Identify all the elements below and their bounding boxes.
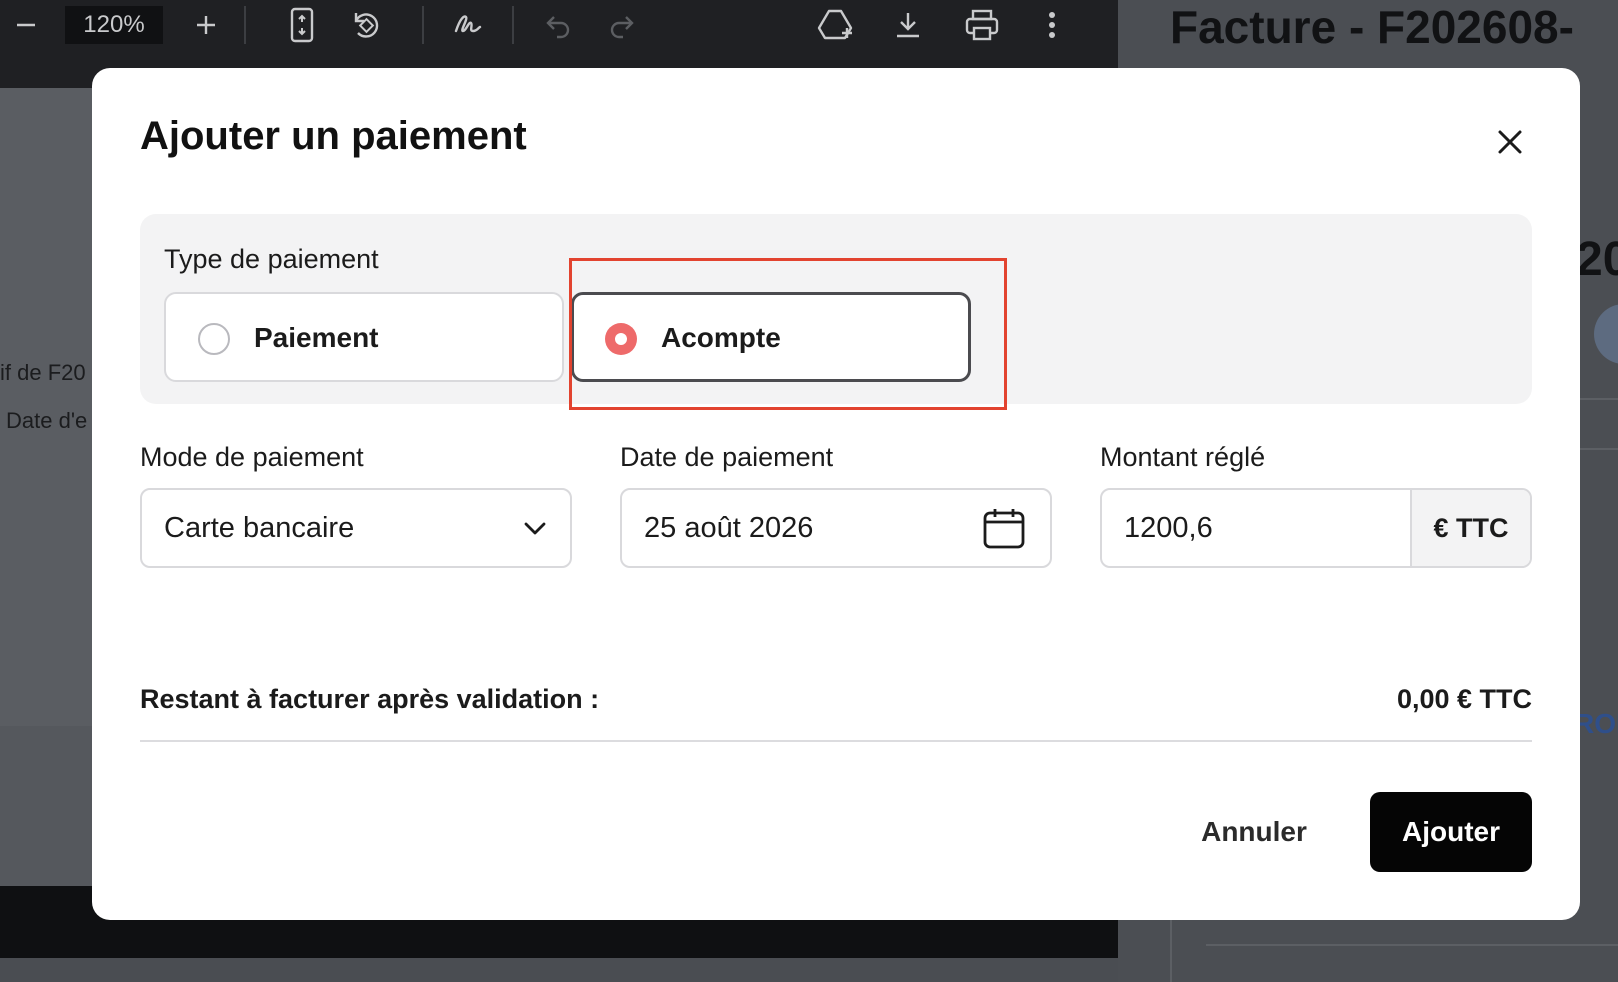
panel-divider <box>1206 944 1618 946</box>
payment-date-value: 25 août 2026 <box>644 512 814 544</box>
download-icon[interactable] <box>886 0 930 50</box>
rotate-icon[interactable] <box>344 0 388 50</box>
close-button[interactable] <box>1486 118 1534 166</box>
option-label: Acompte <box>661 322 781 353</box>
modal-title: Ajouter un paiement <box>140 114 527 158</box>
pdf-text-fragment: Date d'e <box>6 408 88 433</box>
amount-input[interactable]: 1200,6 € TTC <box>1100 488 1532 568</box>
close-icon <box>1498 130 1522 154</box>
zoom-in-icon[interactable] <box>186 0 226 50</box>
modal-divider <box>140 740 1532 742</box>
amount-value: 1200,6 <box>1124 512 1213 544</box>
add-button[interactable]: Ajouter <box>1370 792 1532 872</box>
cancel-button[interactable]: Annuler <box>1184 792 1324 872</box>
add-payment-modal: Ajouter un paiement Type de paiement Pai… <box>92 68 1580 920</box>
payment-mode-label: Mode de paiement <box>140 442 364 472</box>
invoice-number-fragment: 20 <box>1576 233 1618 286</box>
radio-unchecked-icon[interactable] <box>198 323 230 355</box>
drive-add-icon[interactable] <box>812 0 860 50</box>
payment-type-section: Type de paiement Paiement Acompte <box>140 214 1532 404</box>
payment-type-option-acompte[interactable]: Acompte <box>571 292 971 382</box>
payment-type-option-paiement[interactable]: Paiement <box>164 292 564 382</box>
fit-page-icon[interactable] <box>282 0 322 50</box>
toolbar-separator <box>244 6 246 44</box>
remaining-label: Restant à facturer après validation : <box>140 684 600 714</box>
sign-icon[interactable] <box>446 0 490 50</box>
chevron-down-icon <box>520 514 550 544</box>
amount-currency-suffix: € TTC <box>1410 490 1530 566</box>
pdf-text-fragment: if de F20 <box>0 360 86 385</box>
zoom-level[interactable]: 120% <box>65 6 163 44</box>
payment-date-input[interactable]: 25 août 2026 <box>620 488 1052 568</box>
undo-icon[interactable] <box>536 0 580 50</box>
payment-type-label: Type de paiement <box>164 244 379 274</box>
option-label: Paiement <box>254 322 379 353</box>
zoom-out-icon[interactable] <box>6 0 46 50</box>
payment-mode-select[interactable]: Carte bancaire <box>140 488 572 568</box>
toolbar-separator <box>512 6 514 44</box>
toolbar-separator <box>422 6 424 44</box>
redo-icon[interactable] <box>600 0 644 50</box>
remaining-value: 0,00 € TTC <box>1396 684 1532 714</box>
amount-label: Montant réglé <box>1100 442 1266 472</box>
calendar-icon[interactable] <box>982 506 1026 550</box>
invoice-title: Facture - F202608- <box>1170 1 1574 53</box>
radio-checked-icon[interactable] <box>605 323 637 355</box>
invoice-link-fragment[interactable]: ROI <box>1574 708 1618 740</box>
payment-date-label: Date de paiement <box>620 442 834 472</box>
payment-mode-value: Carte bancaire <box>164 512 355 544</box>
print-icon[interactable] <box>958 0 1006 50</box>
more-vertical-icon[interactable] <box>1032 0 1072 50</box>
